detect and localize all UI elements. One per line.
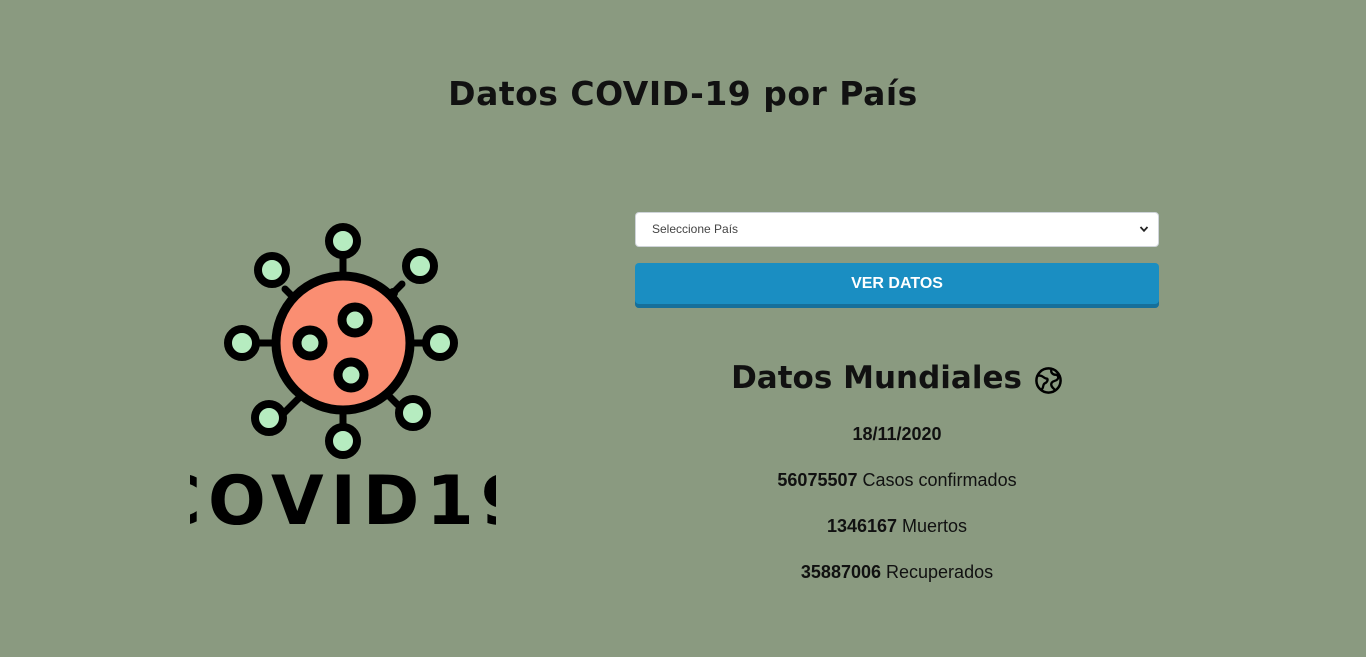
- country-select-wrapper: Seleccione País: [635, 212, 1159, 247]
- country-panel: Seleccione País VER DATOS Datos Mundiale…: [635, 212, 1159, 583]
- world-data-section: Datos Mundiales 18/11/2020 56075507 Caso…: [635, 360, 1159, 583]
- page-title: Datos COVID-19 por País: [448, 74, 918, 113]
- world-data-title: Datos Mundiales: [731, 360, 1022, 396]
- world-data-date: 18/11/2020: [852, 424, 942, 444]
- deaths-value: 1346167: [826, 516, 898, 536]
- virus-icon: COVID19: [190, 223, 496, 530]
- deaths: 1346167 Muertos: [635, 515, 1159, 537]
- world-data-heading: Datos Mundiales: [731, 360, 1063, 396]
- confirmed-cases-value: 56075507: [777, 470, 858, 490]
- deaths-label: Muertos: [902, 516, 968, 536]
- logo-text: COVID19: [190, 462, 496, 530]
- country-select[interactable]: Seleccione País: [635, 212, 1159, 247]
- globe-icon: [1035, 366, 1062, 394]
- page: Datos COVID-19 por País OVID1 Seleccione…: [0, 0, 1366, 657]
- recovered-value: 35887006: [800, 562, 881, 582]
- recovered: 35887006 Recuperados: [635, 561, 1159, 583]
- recovered-label: Recuperados: [886, 562, 994, 582]
- ver-datos-button[interactable]: VER DATOS: [635, 263, 1159, 308]
- covid19-logo: COVID19: [190, 222, 496, 530]
- confirmed-cases-label: Casos confirmados: [862, 470, 1017, 490]
- confirmed-cases: 56075507 Casos confirmados: [635, 469, 1159, 491]
